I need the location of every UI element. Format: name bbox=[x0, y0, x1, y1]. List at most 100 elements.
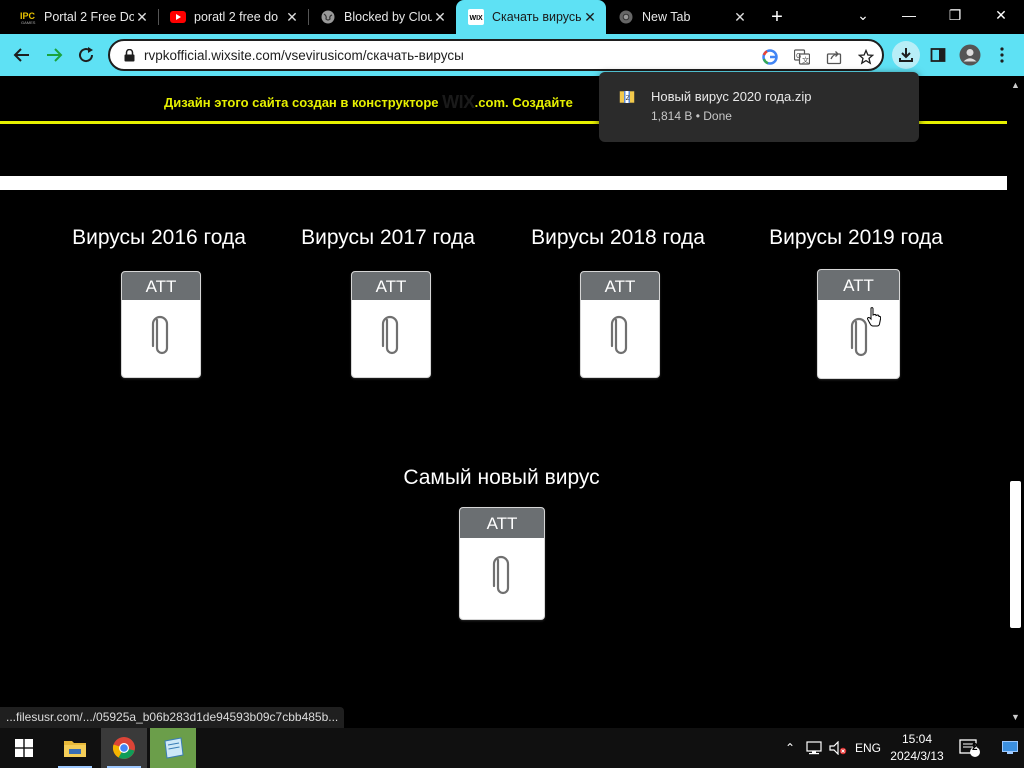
svg-text:文: 文 bbox=[802, 56, 809, 65]
section-title-newest: Самый новый вирус bbox=[403, 466, 600, 489]
scroll-down-arrow-icon[interactable]: ▼ bbox=[1007, 712, 1024, 724]
windows-taskbar: ⌃ ENG 15:04 2024/3/13 2 bbox=[0, 728, 1024, 768]
file-attachment-newest[interactable]: ATT bbox=[459, 507, 545, 620]
notepad-app-icon bbox=[164, 737, 184, 759]
file-attachment-2017[interactable]: ATT bbox=[351, 271, 431, 378]
close-tab-icon[interactable]: ✕ bbox=[582, 9, 598, 25]
new-tab-button[interactable]: + bbox=[765, 5, 789, 29]
share-icon[interactable] bbox=[824, 47, 844, 67]
downloads-button[interactable] bbox=[892, 41, 920, 69]
file-label: ATT bbox=[352, 272, 430, 300]
clock-time: 15:04 bbox=[901, 732, 933, 746]
file-label: ATT bbox=[581, 272, 659, 300]
close-tab-icon[interactable]: ✕ bbox=[134, 9, 150, 25]
forward-arrow-icon bbox=[47, 48, 63, 62]
svg-text:WIX: WIX bbox=[470, 15, 484, 22]
action-center-button[interactable]: 2 bbox=[952, 728, 988, 768]
section-title-2016: Вирусы 2016 года bbox=[72, 226, 246, 249]
globe-icon bbox=[320, 9, 336, 25]
menu-kebab-icon[interactable] bbox=[990, 43, 1014, 67]
scrollbar-thumb[interactable] bbox=[1010, 481, 1021, 628]
link-status-bar: ...filesusr.com/.../05925a_b06b283d1de94… bbox=[0, 707, 345, 728]
windows-logo-icon bbox=[15, 739, 33, 757]
page-scrollbar[interactable]: ▲ ▼ bbox=[1007, 76, 1024, 728]
input-language[interactable]: ENG bbox=[851, 728, 885, 768]
section-title-2018: Вирусы 2018 года bbox=[531, 226, 705, 249]
reload-button[interactable] bbox=[72, 41, 100, 69]
back-button[interactable] bbox=[8, 41, 36, 69]
page-content: Дизайн этого сайта создан в конструкторе… bbox=[0, 76, 1007, 707]
bookmark-star-icon[interactable] bbox=[856, 47, 876, 67]
lock-icon[interactable] bbox=[122, 48, 136, 62]
paperclip-icon bbox=[381, 315, 399, 355]
wix-icon: WIX bbox=[468, 9, 484, 25]
download-bubble[interactable]: Z Новый вирус 2020 года.zip 1,814 B • Do… bbox=[599, 72, 919, 142]
section-title-2017: Вирусы 2017 года bbox=[301, 226, 475, 249]
notification-count: 2 bbox=[972, 742, 978, 753]
tab-title: New Tab bbox=[642, 10, 691, 24]
close-tab-icon[interactable]: ✕ bbox=[432, 9, 448, 25]
wix-banner-text[interactable]: Дизайн этого сайта создан в конструкторе… bbox=[164, 92, 573, 113]
close-tab-icon[interactable]: ✕ bbox=[284, 9, 300, 25]
chrome-icon bbox=[618, 9, 634, 25]
svg-text:GAMES: GAMES bbox=[21, 20, 36, 25]
profile-avatar-icon[interactable] bbox=[958, 43, 982, 67]
close-window-button[interactable]: ✕ bbox=[978, 0, 1024, 30]
tab-portal-2-free-download[interactable]: IPC GAMES Portal 2 Free Do ✕ bbox=[8, 0, 158, 34]
chrome-taskbar-button[interactable] bbox=[101, 728, 147, 768]
tab-strip: IPC GAMES Portal 2 Free Do ✕ poratl 2 fre… bbox=[0, 0, 1024, 34]
wix-logo: WIX bbox=[442, 92, 475, 112]
svg-text:G: G bbox=[796, 53, 801, 60]
tab-poratl-2-free-download[interactable]: poratl 2 free do ✕ bbox=[158, 0, 308, 34]
translate-icon[interactable]: G文 bbox=[792, 47, 812, 67]
restore-button[interactable]: ❐ bbox=[932, 0, 978, 30]
download-filename[interactable]: Новый вирус 2020 года.zip bbox=[651, 89, 811, 104]
show-desktop-button[interactable] bbox=[996, 728, 1024, 768]
svg-text:Z: Z bbox=[626, 95, 630, 102]
file-label: ATT bbox=[818, 270, 899, 300]
file-attachment-2016[interactable]: ATT bbox=[121, 271, 201, 378]
zip-file-icon: Z bbox=[619, 90, 635, 104]
section-title-2019: Вирусы 2019 года bbox=[769, 226, 943, 249]
folder-icon bbox=[64, 741, 86, 757]
show-hidden-icons-chevron-icon[interactable]: ⌃ bbox=[779, 728, 801, 768]
file-explorer-taskbar-button[interactable] bbox=[52, 728, 98, 768]
side-panel-icon[interactable] bbox=[926, 43, 950, 67]
tab-blocked-by-cloudflare[interactable]: Blocked by Clou ✕ bbox=[308, 0, 456, 34]
forward-button[interactable] bbox=[40, 41, 68, 69]
hand-cursor-icon bbox=[867, 307, 881, 327]
tab-title: Portal 2 Free Do bbox=[44, 10, 134, 24]
app-taskbar-button[interactable] bbox=[150, 728, 196, 768]
clock-date: 2024/3/13 bbox=[890, 749, 944, 763]
address-bar[interactable]: rvpkofficial.wixsite.com/vsevirusicom/ск… bbox=[108, 39, 884, 71]
file-attachment-2018[interactable]: ATT bbox=[580, 271, 660, 378]
google-icon[interactable] bbox=[760, 47, 780, 67]
youtube-icon bbox=[170, 9, 186, 25]
reload-icon bbox=[79, 47, 94, 63]
browser-toolbar: rvpkofficial.wixsite.com/vsevirusicom/ск… bbox=[0, 34, 1024, 76]
file-label: ATT bbox=[122, 272, 200, 300]
minimize-button[interactable]: — bbox=[886, 0, 932, 30]
paperclip-icon bbox=[151, 315, 169, 355]
taskbar-clock[interactable]: 15:04 2024/3/13 bbox=[886, 728, 948, 768]
file-label: ATT bbox=[460, 508, 544, 538]
back-arrow-icon bbox=[13, 48, 29, 62]
paperclip-icon bbox=[610, 315, 628, 355]
tab-download-viruses[interactable]: WIX Скачать вирусы ✕ bbox=[456, 0, 606, 34]
network-icon[interactable] bbox=[803, 728, 825, 768]
tab-title: Скачать вирусы bbox=[492, 10, 582, 24]
start-button[interactable] bbox=[0, 728, 48, 768]
chrome-icon bbox=[112, 737, 135, 759]
file-attachment-2019[interactable]: ATT bbox=[817, 269, 900, 379]
ipc-games-icon: IPC GAMES bbox=[20, 9, 36, 25]
url-text[interactable]: rvpkofficial.wixsite.com/vsevirusicom/ск… bbox=[144, 48, 464, 63]
divider-strip bbox=[0, 176, 1007, 190]
desktop-icon bbox=[1002, 741, 1018, 754]
volume-muted-icon[interactable] bbox=[826, 728, 850, 768]
close-tab-icon[interactable]: ✕ bbox=[732, 9, 748, 25]
scroll-up-arrow-icon[interactable]: ▲ bbox=[1007, 80, 1024, 92]
download-icon bbox=[899, 48, 913, 62]
tab-new-tab[interactable]: New Tab ✕ bbox=[606, 0, 756, 34]
tab-title: poratl 2 free do bbox=[194, 10, 279, 24]
tab-search-chevron-icon[interactable]: ⌄ bbox=[840, 0, 886, 30]
